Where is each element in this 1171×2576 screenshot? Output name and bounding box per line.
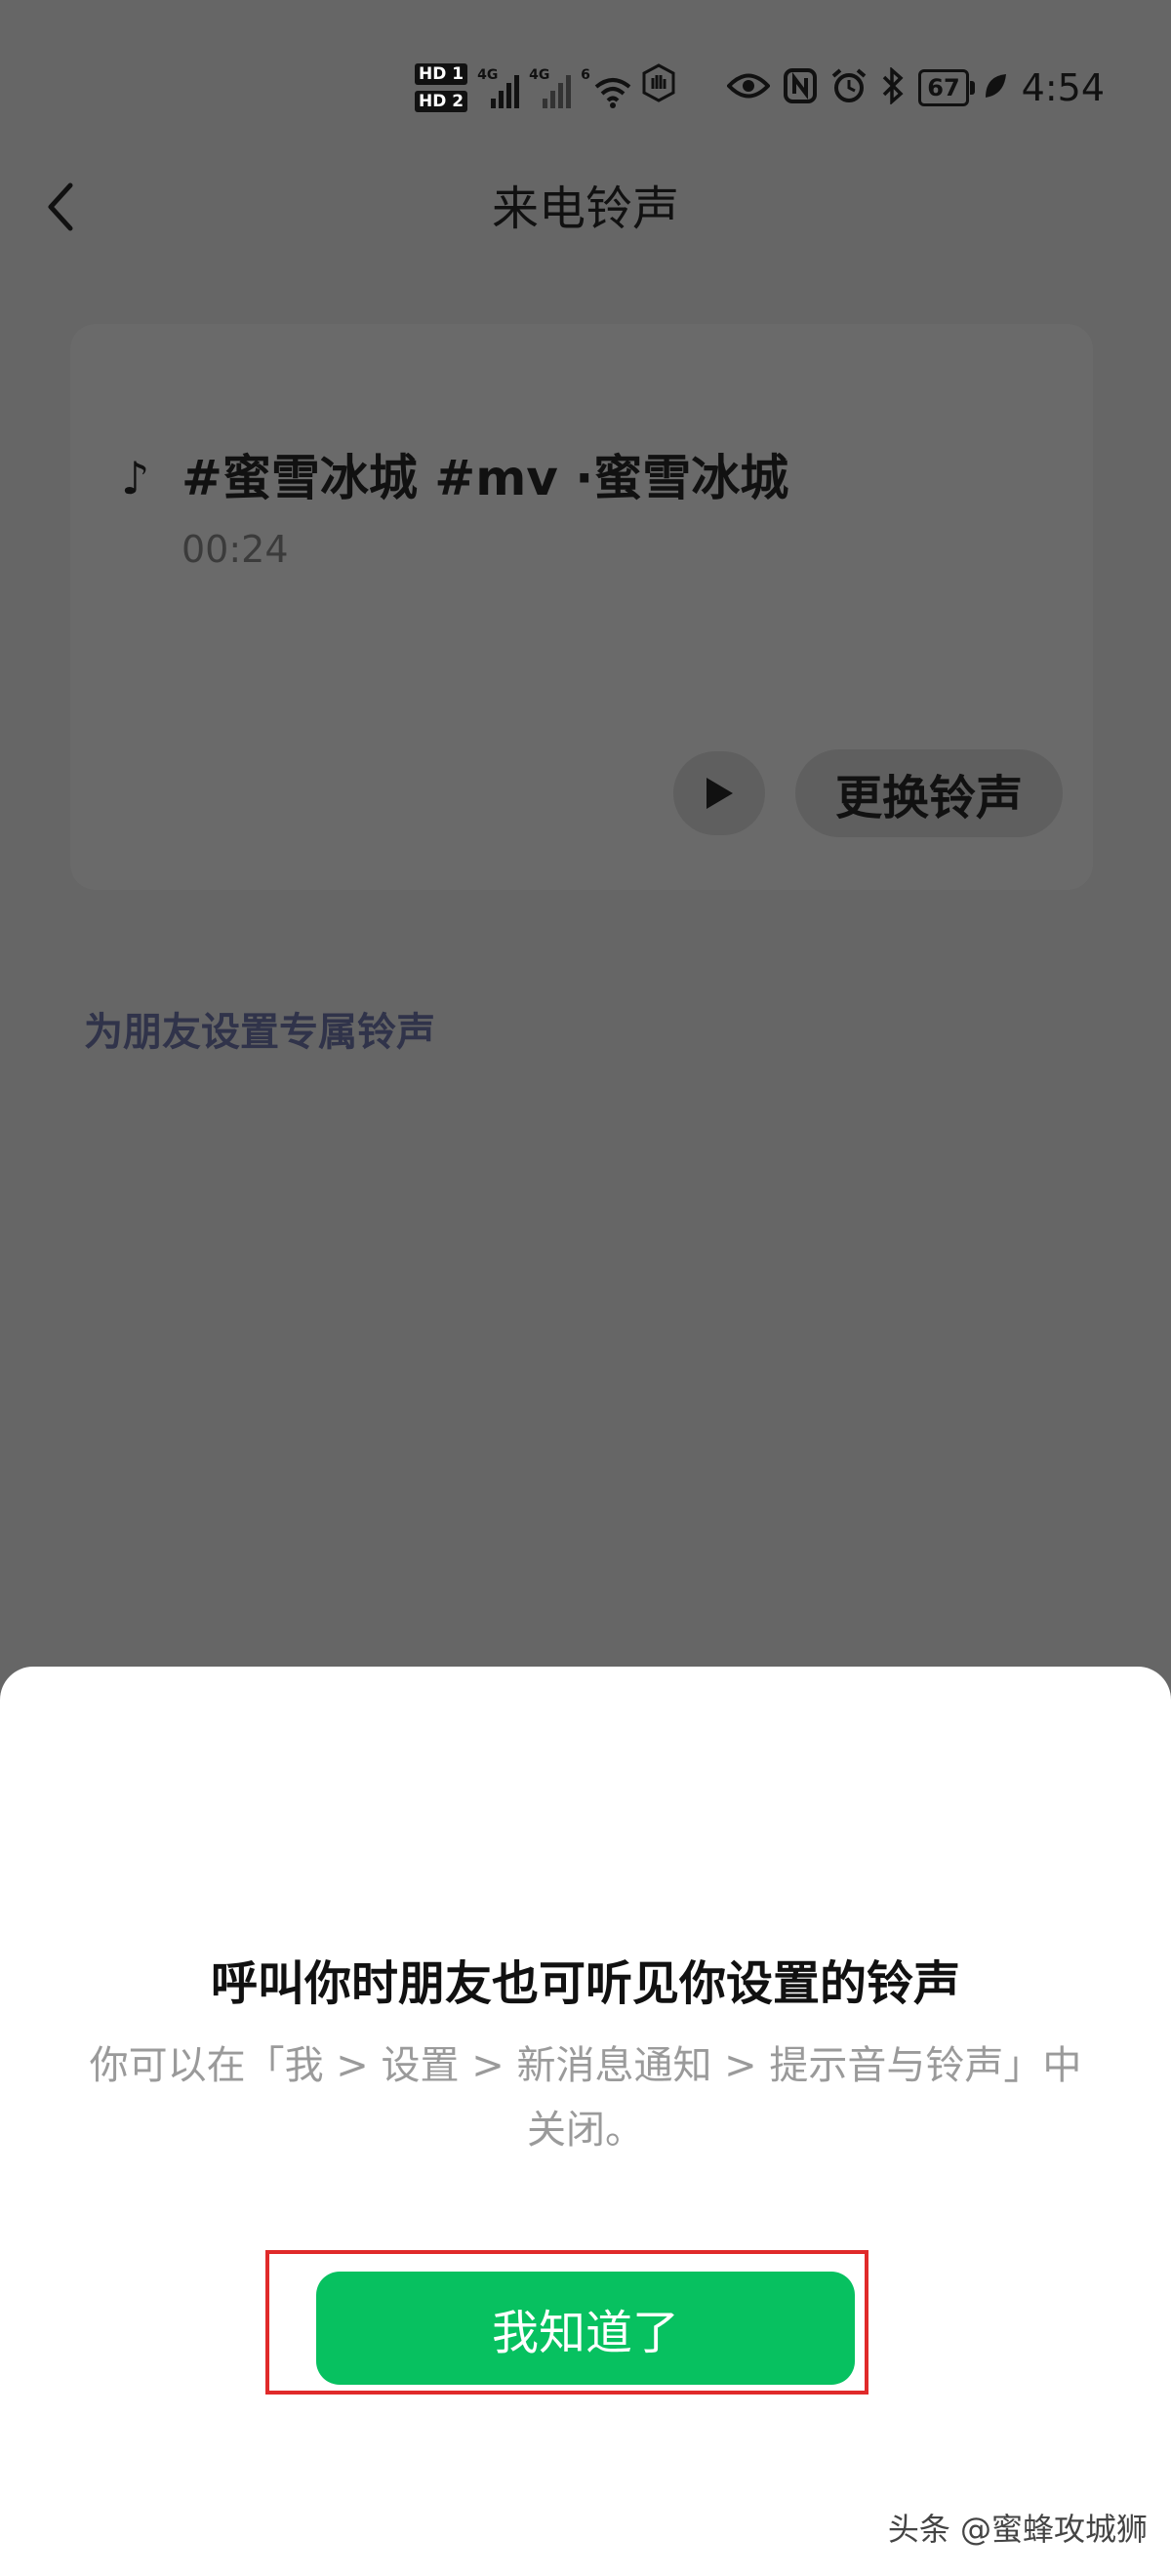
- got-it-button[interactable]: 我知道了: [316, 2272, 855, 2385]
- ringtone-duration: 00:24: [182, 528, 289, 571]
- play-button[interactable]: [673, 751, 765, 835]
- leaf-icon: [983, 71, 1008, 104]
- sheet-title: 呼叫你时朋友也可听见你设置的铃声: [210, 1956, 960, 2011]
- hd-badges: HD 1 HD 2: [415, 63, 468, 112]
- status-bar: HD 1 HD 2 4G 4G 6 67 4:54: [0, 0, 1171, 166]
- hd-2-badge: HD 2: [415, 91, 468, 112]
- signal-2-label: 4G: [529, 67, 550, 83]
- wifi-label: 6: [581, 67, 590, 83]
- music-note-icon: ♪: [121, 452, 150, 504]
- signal-1-label: 4G: [477, 67, 499, 83]
- eye-icon: [726, 71, 772, 104]
- hd-1-badge: HD 1: [415, 63, 468, 85]
- page-title: 来电铃声: [491, 181, 679, 236]
- back-arrow-icon[interactable]: [41, 178, 80, 236]
- status-left: HD 1 HD 2 4G 4G 6: [415, 54, 676, 122]
- ringtone-name: #蜜雪冰城 #mv ·蜜雪冰城: [182, 450, 789, 506]
- battery-icon: 67: [918, 69, 976, 106]
- watermark: 头条 @蜜蜂攻城狮: [887, 2511, 1148, 2548]
- play-icon: [707, 778, 733, 809]
- friend-ringtone-link[interactable]: 为朋友设置专属铃声: [84, 1003, 435, 1062]
- bluetooth-icon: [881, 66, 905, 108]
- change-ringtone-button[interactable]: 更换铃声: [795, 749, 1063, 837]
- signal-2-icon: 4G: [529, 67, 572, 108]
- alarm-icon: [830, 67, 868, 108]
- status-right: 67 4:54: [726, 59, 1105, 117]
- clock-time: 4:54: [1021, 66, 1105, 109]
- signal-1-icon: 4G: [477, 67, 520, 108]
- nfc-icon: [784, 68, 818, 107]
- hand-shield-icon: [641, 63, 676, 112]
- wifi-icon: 6: [581, 67, 631, 108]
- sheet-description: 你可以在「我 > 设置 > 新消息通知 > 提示音与铃声」中关闭。: [89, 2043, 1082, 2153]
